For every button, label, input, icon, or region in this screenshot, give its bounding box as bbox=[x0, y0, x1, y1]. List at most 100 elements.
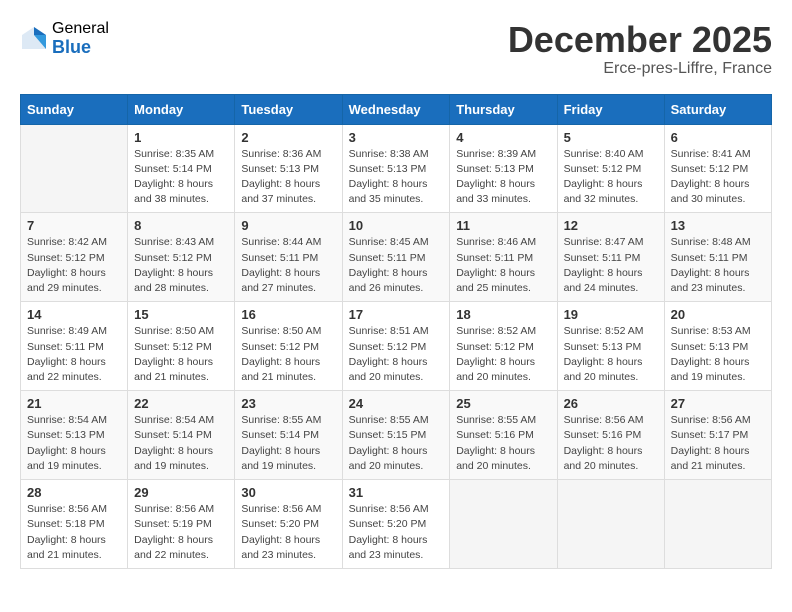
logo-blue: Blue bbox=[52, 38, 109, 58]
day-cell: 1Sunrise: 8:35 AM Sunset: 5:14 PM Daylig… bbox=[128, 124, 235, 213]
day-number: 26 bbox=[564, 396, 658, 411]
day-number: 27 bbox=[671, 396, 765, 411]
day-number: 3 bbox=[349, 130, 444, 145]
day-number: 15 bbox=[134, 307, 228, 322]
day-number: 20 bbox=[671, 307, 765, 322]
day-number: 7 bbox=[27, 218, 121, 233]
day-info: Sunrise: 8:44 AM Sunset: 5:11 PM Dayligh… bbox=[241, 235, 335, 296]
month-title: December 2025 bbox=[508, 20, 772, 60]
day-cell: 8 Sunrise: 8:43 AM Sunset: 5:12 PM Daylig… bbox=[128, 213, 235, 302]
day-number: 13 bbox=[671, 218, 765, 233]
day-cell: 25Sunrise: 8:55 AM Sunset: 5:16 PM Dayli… bbox=[450, 391, 557, 480]
logo-general: General bbox=[52, 20, 109, 38]
day-info: Sunrise: 8:48 AM Sunset: 5:11 PM Dayligh… bbox=[671, 235, 765, 296]
day-cell: 2 Sunrise: 8:36 AM Sunset: 5:13 PM Daylig… bbox=[235, 124, 342, 213]
day-number: 21 bbox=[27, 396, 121, 411]
day-number: 12 bbox=[564, 218, 658, 233]
logo-text: General Blue bbox=[52, 20, 109, 57]
day-cell: 20 Sunrise: 8:53 AM Sunset: 5:13 PM Dayli… bbox=[664, 302, 771, 391]
day-number: 2 bbox=[241, 130, 335, 145]
day-info: Sunrise: 8:36 AM Sunset: 5:13 PM Dayligh… bbox=[241, 147, 335, 208]
day-number: 28 bbox=[27, 485, 121, 500]
week-row-1: 1Sunrise: 8:35 AM Sunset: 5:14 PM Daylig… bbox=[21, 124, 772, 213]
day-cell: 21 Sunrise: 8:54 AM Sunset: 5:13 PM Dayli… bbox=[21, 391, 128, 480]
day-cell bbox=[557, 480, 664, 569]
day-cell: 5Sunrise: 8:40 AM Sunset: 5:12 PM Daylig… bbox=[557, 124, 664, 213]
location-subtitle: Erce-pres-Liffre, France bbox=[508, 60, 772, 78]
day-cell: 16Sunrise: 8:50 AM Sunset: 5:12 PM Dayli… bbox=[235, 302, 342, 391]
day-number: 24 bbox=[349, 396, 444, 411]
day-cell: 22 Sunrise: 8:54 AM Sunset: 5:14 PM Dayli… bbox=[128, 391, 235, 480]
day-cell: 4 Sunrise: 8:39 AM Sunset: 5:13 PM Daylig… bbox=[450, 124, 557, 213]
day-info: Sunrise: 8:41 AM Sunset: 5:12 PM Dayligh… bbox=[671, 147, 765, 208]
day-cell: 7 Sunrise: 8:42 AM Sunset: 5:12 PM Daylig… bbox=[21, 213, 128, 302]
day-cell: 23 Sunrise: 8:55 AM Sunset: 5:14 PM Dayli… bbox=[235, 391, 342, 480]
day-cell: 13 Sunrise: 8:48 AM Sunset: 5:11 PM Dayli… bbox=[664, 213, 771, 302]
day-number: 8 bbox=[134, 218, 228, 233]
day-cell: 15 Sunrise: 8:50 AM Sunset: 5:12 PM Dayli… bbox=[128, 302, 235, 391]
calendar-table: SundayMondayTuesdayWednesdayThursdayFrid… bbox=[20, 94, 772, 569]
logo-icon bbox=[20, 25, 48, 53]
day-number: 30 bbox=[241, 485, 335, 500]
weekday-header-saturday: Saturday bbox=[664, 94, 771, 124]
day-info: Sunrise: 8:54 AM Sunset: 5:13 PM Dayligh… bbox=[27, 413, 121, 474]
day-cell: 12 Sunrise: 8:47 AM Sunset: 5:11 PM Dayli… bbox=[557, 213, 664, 302]
day-number: 1 bbox=[134, 130, 228, 145]
day-info: Sunrise: 8:56 AM Sunset: 5:17 PM Dayligh… bbox=[671, 413, 765, 474]
day-cell bbox=[450, 480, 557, 569]
day-info: Sunrise: 8:54 AM Sunset: 5:14 PM Dayligh… bbox=[134, 413, 228, 474]
day-number: 17 bbox=[349, 307, 444, 322]
day-cell: 28 Sunrise: 8:56 AM Sunset: 5:18 PM Dayli… bbox=[21, 480, 128, 569]
day-info: Sunrise: 8:55 AM Sunset: 5:15 PM Dayligh… bbox=[349, 413, 444, 474]
day-cell: 17 Sunrise: 8:51 AM Sunset: 5:12 PM Dayli… bbox=[342, 302, 450, 391]
day-info: Sunrise: 8:56 AM Sunset: 5:18 PM Dayligh… bbox=[27, 502, 121, 563]
day-info: Sunrise: 8:50 AM Sunset: 5:12 PM Dayligh… bbox=[134, 324, 228, 385]
weekday-header-monday: Monday bbox=[128, 94, 235, 124]
week-row-2: 7 Sunrise: 8:42 AM Sunset: 5:12 PM Daylig… bbox=[21, 213, 772, 302]
day-cell: 19 Sunrise: 8:52 AM Sunset: 5:13 PM Dayli… bbox=[557, 302, 664, 391]
day-number: 19 bbox=[564, 307, 658, 322]
day-info: Sunrise: 8:52 AM Sunset: 5:13 PM Dayligh… bbox=[564, 324, 658, 385]
week-row-3: 14Sunrise: 8:49 AM Sunset: 5:11 PM Dayli… bbox=[21, 302, 772, 391]
day-number: 29 bbox=[134, 485, 228, 500]
day-info: Sunrise: 8:55 AM Sunset: 5:16 PM Dayligh… bbox=[456, 413, 550, 474]
day-number: 5 bbox=[564, 130, 658, 145]
day-info: Sunrise: 8:51 AM Sunset: 5:12 PM Dayligh… bbox=[349, 324, 444, 385]
day-number: 23 bbox=[241, 396, 335, 411]
day-cell: 10Sunrise: 8:45 AM Sunset: 5:11 PM Dayli… bbox=[342, 213, 450, 302]
weekday-header-friday: Friday bbox=[557, 94, 664, 124]
day-number: 9 bbox=[241, 218, 335, 233]
day-cell: 6 Sunrise: 8:41 AM Sunset: 5:12 PM Daylig… bbox=[664, 124, 771, 213]
weekday-header-thursday: Thursday bbox=[450, 94, 557, 124]
page-header: General Blue December 2025 Erce-pres-Lif… bbox=[20, 20, 772, 78]
day-cell: 29 Sunrise: 8:56 AM Sunset: 5:19 PM Dayli… bbox=[128, 480, 235, 569]
day-cell: 11Sunrise: 8:46 AM Sunset: 5:11 PM Dayli… bbox=[450, 213, 557, 302]
day-info: Sunrise: 8:47 AM Sunset: 5:11 PM Dayligh… bbox=[564, 235, 658, 296]
day-info: Sunrise: 8:39 AM Sunset: 5:13 PM Dayligh… bbox=[456, 147, 550, 208]
day-info: Sunrise: 8:56 AM Sunset: 5:19 PM Dayligh… bbox=[134, 502, 228, 563]
day-number: 4 bbox=[456, 130, 550, 145]
day-info: Sunrise: 8:42 AM Sunset: 5:12 PM Dayligh… bbox=[27, 235, 121, 296]
day-cell: 24 Sunrise: 8:55 AM Sunset: 5:15 PM Dayli… bbox=[342, 391, 450, 480]
weekday-header-sunday: Sunday bbox=[21, 94, 128, 124]
day-info: Sunrise: 8:56 AM Sunset: 5:20 PM Dayligh… bbox=[241, 502, 335, 563]
day-cell: 27 Sunrise: 8:56 AM Sunset: 5:17 PM Dayli… bbox=[664, 391, 771, 480]
day-cell: 9 Sunrise: 8:44 AM Sunset: 5:11 PM Daylig… bbox=[235, 213, 342, 302]
title-area: December 2025 Erce-pres-Liffre, France bbox=[508, 20, 772, 78]
weekday-header-wednesday: Wednesday bbox=[342, 94, 450, 124]
day-info: Sunrise: 8:52 AM Sunset: 5:12 PM Dayligh… bbox=[456, 324, 550, 385]
day-number: 18 bbox=[456, 307, 550, 322]
day-number: 10 bbox=[349, 218, 444, 233]
day-cell: 18 Sunrise: 8:52 AM Sunset: 5:12 PM Dayli… bbox=[450, 302, 557, 391]
day-number: 6 bbox=[671, 130, 765, 145]
day-info: Sunrise: 8:38 AM Sunset: 5:13 PM Dayligh… bbox=[349, 147, 444, 208]
day-info: Sunrise: 8:43 AM Sunset: 5:12 PM Dayligh… bbox=[134, 235, 228, 296]
day-number: 16 bbox=[241, 307, 335, 322]
day-number: 22 bbox=[134, 396, 228, 411]
day-cell: 3 Sunrise: 8:38 AM Sunset: 5:13 PM Daylig… bbox=[342, 124, 450, 213]
day-info: Sunrise: 8:55 AM Sunset: 5:14 PM Dayligh… bbox=[241, 413, 335, 474]
day-cell: 30 Sunrise: 8:56 AM Sunset: 5:20 PM Dayli… bbox=[235, 480, 342, 569]
day-info: Sunrise: 8:53 AM Sunset: 5:13 PM Dayligh… bbox=[671, 324, 765, 385]
weekday-header-tuesday: Tuesday bbox=[235, 94, 342, 124]
day-number: 14 bbox=[27, 307, 121, 322]
